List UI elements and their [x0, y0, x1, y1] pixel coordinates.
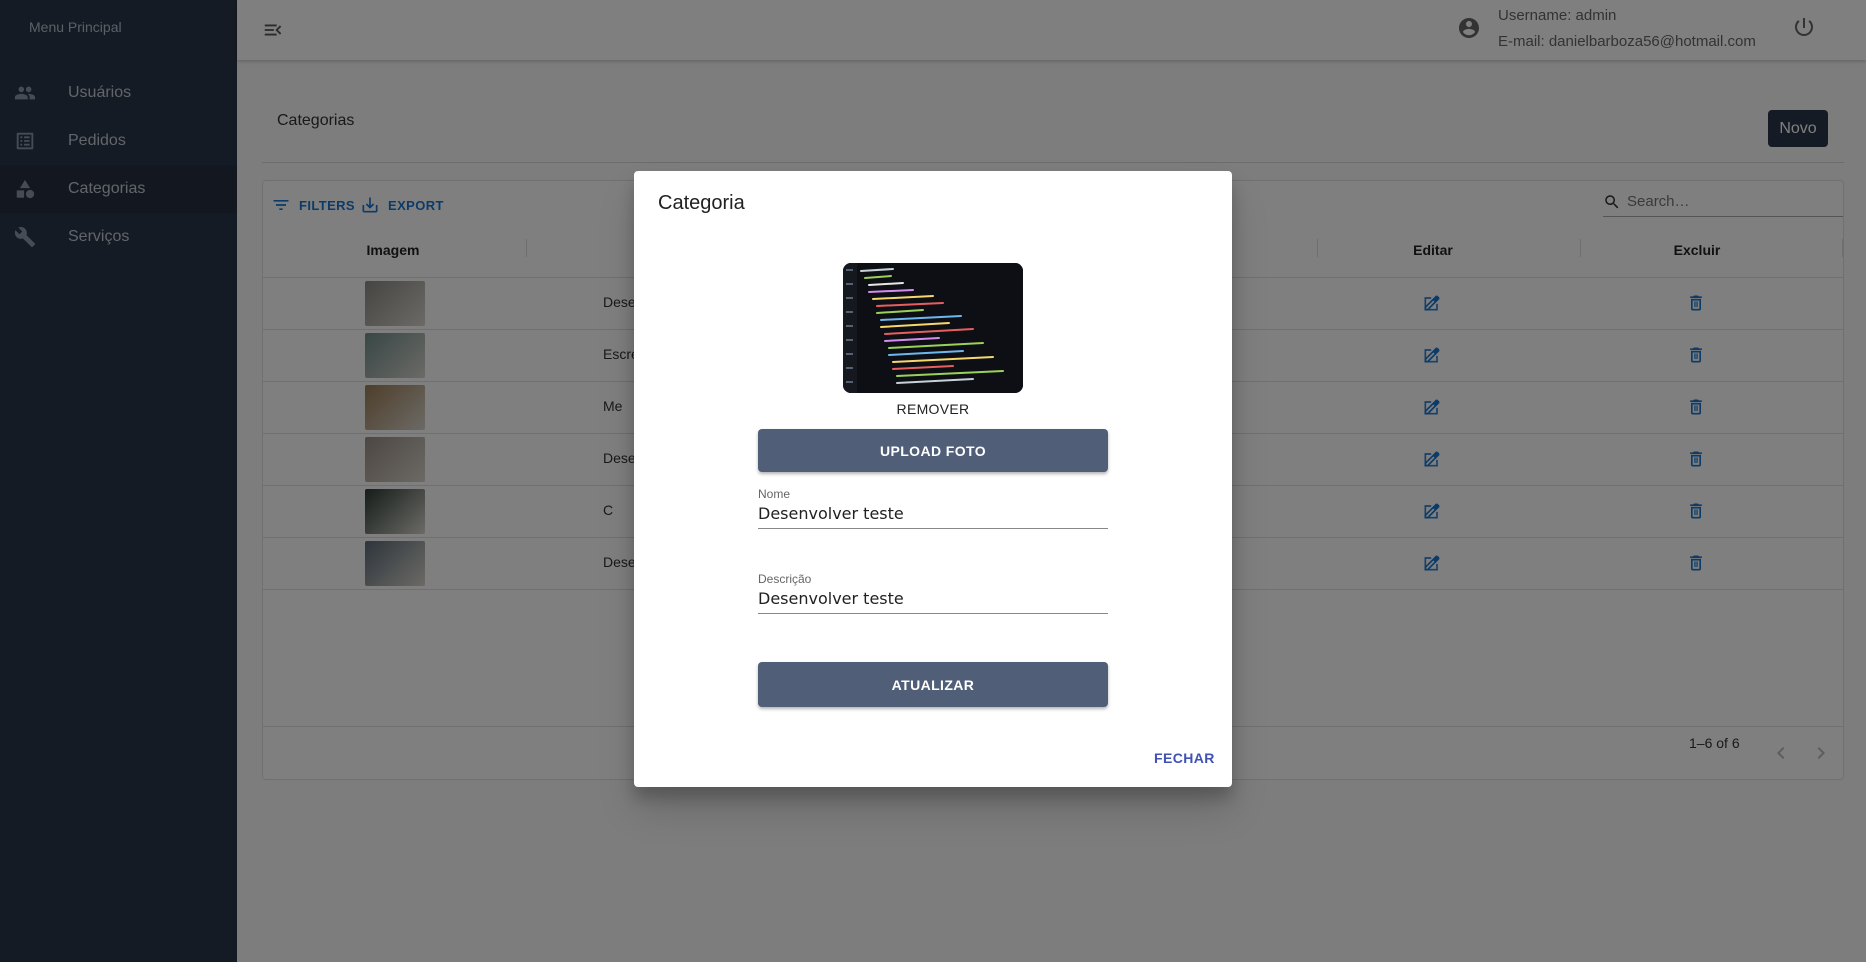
dialog-title: Categoria: [658, 192, 745, 214]
description-input[interactable]: Desenvolver teste: [758, 586, 1108, 614]
code-screenshot-image: [843, 263, 1023, 393]
remove-image-button[interactable]: REMOVER: [634, 401, 1232, 417]
category-dialog: Categoria REMOVER UPLOAD FOTO Nome Desen…: [634, 171, 1232, 787]
name-field[interactable]: Nome Desenvolver teste: [758, 487, 1108, 529]
description-field-label: Descrição: [758, 572, 812, 586]
category-image-preview: [843, 263, 1023, 393]
close-dialog-button[interactable]: FECHAR: [1154, 750, 1215, 766]
upload-photo-button[interactable]: UPLOAD FOTO: [758, 429, 1108, 472]
update-button[interactable]: ATUALIZAR: [758, 662, 1108, 707]
description-field[interactable]: Descrição Desenvolver teste: [758, 572, 1108, 614]
name-field-label: Nome: [758, 487, 791, 501]
name-input[interactable]: Desenvolver teste: [758, 501, 1108, 529]
